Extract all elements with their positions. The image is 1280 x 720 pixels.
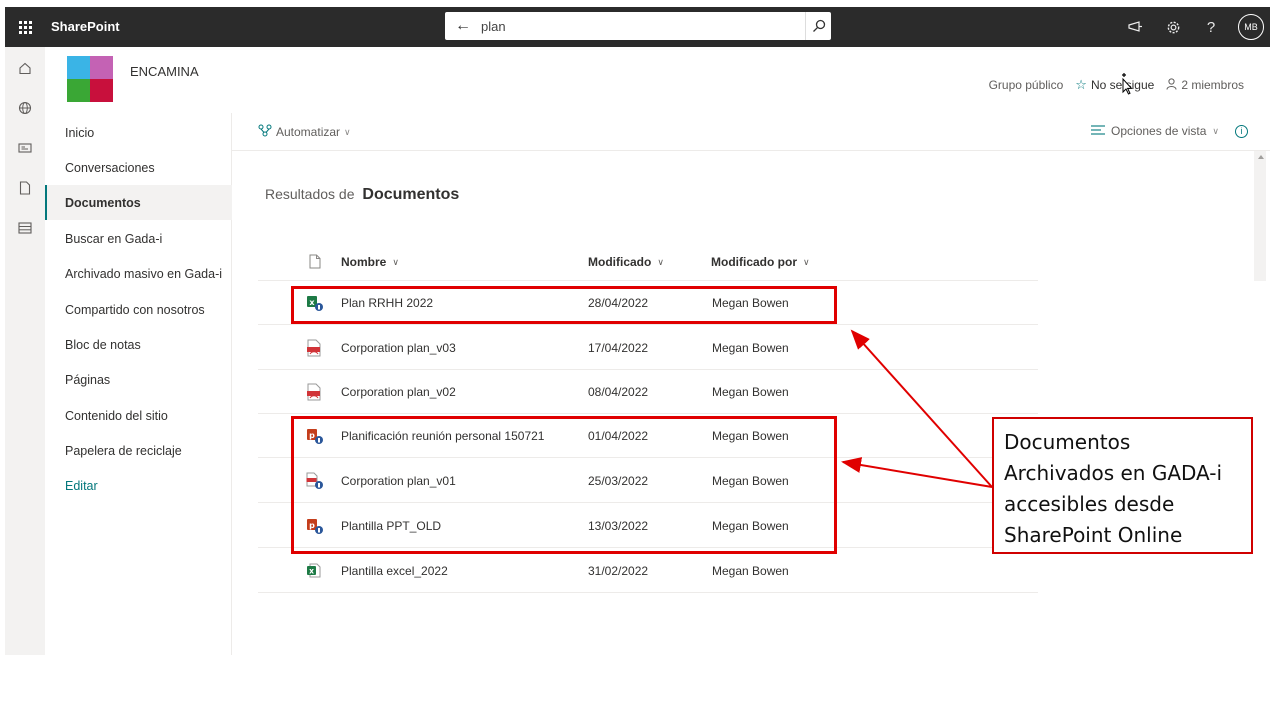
- pdf-icon: [306, 370, 328, 414]
- column-name-label: Nombre: [341, 255, 387, 269]
- app-launcher-icon[interactable]: [5, 7, 45, 47]
- scroll-up-arrow-icon[interactable]: [1258, 155, 1264, 159]
- flow-icon: [258, 124, 272, 140]
- file-name[interactable]: Corporation plan_v02: [341, 370, 456, 414]
- table-row[interactable]: x Plantilla excel_2022 31/02/2022 Megan …: [258, 549, 1038, 593]
- search-box[interactable]: ← plan: [445, 12, 831, 40]
- column-header-modified-by[interactable]: Modificado por ∨: [711, 250, 810, 274]
- lines-icon: [1091, 124, 1106, 138]
- site-name[interactable]: ENCAMINA: [130, 64, 199, 79]
- file-modified-by: Megan Bowen: [712, 385, 789, 399]
- table-row[interactable]: Corporation plan_v02 08/04/2022 Megan Bo…: [258, 370, 1038, 414]
- person-icon: [1166, 77, 1177, 93]
- search-icon[interactable]: [805, 12, 831, 40]
- home-icon[interactable]: [5, 53, 45, 83]
- globe-icon[interactable]: [5, 93, 45, 123]
- suite-bar: SharePoint ← plan ? MB: [5, 7, 1270, 47]
- nav-item-bloc-de-notas[interactable]: Bloc de notas: [45, 327, 232, 362]
- group-type: Grupo público: [988, 78, 1064, 92]
- file-modified: 17/04/2022: [588, 341, 649, 355]
- follow-button[interactable]: ☆ No se sigue: [1075, 77, 1154, 93]
- excel-icon: x: [306, 549, 328, 593]
- brand-name[interactable]: SharePoint: [51, 19, 120, 34]
- nav-item-paginas[interactable]: Páginas: [45, 362, 232, 397]
- star-icon: ☆: [1075, 77, 1087, 92]
- command-bar: Automatizar ∨ Opciones de vista ∨ i: [232, 113, 1270, 151]
- search-input[interactable]: plan: [481, 19, 506, 34]
- automate-button[interactable]: Automatizar ∨: [258, 124, 351, 140]
- nav-item-conversaciones[interactable]: Conversaciones: [45, 150, 232, 185]
- nav-edit-link[interactable]: Editar: [45, 468, 232, 503]
- site-header: ENCAMINA Grupo público ☆ No se sigue 2 m…: [45, 47, 1270, 113]
- gear-icon[interactable]: [1162, 13, 1184, 41]
- file-modified: 08/04/2022: [588, 385, 649, 399]
- results-title: Resultados de Documentos: [265, 186, 459, 204]
- nav-item-buscar-gada-i[interactable]: Buscar en Gada-i: [45, 221, 232, 256]
- document-icon[interactable]: [5, 173, 45, 203]
- nav-item-papelera[interactable]: Papelera de reciclaje: [45, 433, 232, 468]
- megaphone-icon[interactable]: [1124, 13, 1146, 41]
- news-icon[interactable]: [5, 133, 45, 163]
- logo-tile: [90, 56, 113, 79]
- chevron-down-icon: ∨: [392, 256, 399, 267]
- callout-line: Documentos: [1004, 430, 1131, 454]
- file-modified: 31/02/2022: [588, 564, 649, 578]
- nav-item-contenido-del-sitio[interactable]: Contenido del sitio: [45, 398, 232, 433]
- scrollbar[interactable]: [1254, 151, 1266, 281]
- highlight-box-bottom: [291, 416, 837, 554]
- logo-tile: [67, 79, 90, 102]
- nav-item-compartido[interactable]: Compartido con nosotros: [45, 292, 232, 327]
- nav-item-archivado-masivo[interactable]: Archivado masivo en Gada-i: [45, 256, 232, 291]
- column-header-modified[interactable]: Modificado ∨: [588, 250, 664, 274]
- svg-text:x: x: [309, 567, 314, 576]
- avatar[interactable]: MB: [1238, 14, 1264, 40]
- table-row[interactable]: Corporation plan_v03 17/04/2022 Megan Bo…: [258, 326, 1038, 370]
- column-header-name[interactable]: Nombre ∨: [341, 250, 399, 274]
- help-icon[interactable]: ?: [1200, 13, 1222, 41]
- chevron-down-icon: ∨: [344, 126, 351, 137]
- chevron-down-icon: ∨: [1212, 125, 1219, 136]
- info-icon[interactable]: i: [1235, 124, 1248, 138]
- annotation-callout: Documentos Archivados en GADA-i accesibl…: [992, 417, 1253, 554]
- members-label: 2 miembros: [1181, 78, 1244, 92]
- callout-line: Archivados en GADA-i: [1004, 461, 1223, 485]
- callout-line: SharePoint Online: [1004, 523, 1183, 547]
- file-name[interactable]: Corporation plan_v03: [341, 326, 456, 370]
- site-logo[interactable]: [67, 56, 113, 102]
- back-arrow-icon[interactable]: ←: [455, 16, 471, 36]
- highlight-box-top: [291, 286, 837, 324]
- automate-label: Automatizar: [276, 125, 341, 139]
- nav-item-documentos[interactable]: Documentos: [45, 185, 232, 220]
- view-options-button[interactable]: Opciones de vista ∨: [1091, 124, 1219, 138]
- view-options-label: Opciones de vista: [1111, 124, 1207, 138]
- results-library: Documentos: [362, 186, 460, 203]
- nav-item-inicio[interactable]: Inicio: [45, 115, 232, 150]
- column-modified-label: Modificado: [588, 255, 652, 269]
- left-navigation: Inicio Conversaciones Documentos Buscar …: [45, 113, 232, 655]
- file-type-header-icon[interactable]: [309, 254, 321, 274]
- file-modified-by: Megan Bowen: [712, 564, 789, 578]
- column-modified-by-label: Modificado por: [711, 255, 797, 269]
- logo-tile: [67, 56, 90, 79]
- file-name[interactable]: Plantilla excel_2022: [341, 549, 448, 593]
- members-button[interactable]: 2 miembros: [1166, 77, 1244, 93]
- logo-tile: [90, 79, 113, 102]
- pdf-icon: [306, 326, 328, 370]
- chevron-down-icon: ∨: [803, 256, 810, 267]
- mouse-cursor-icon: [1116, 72, 1134, 101]
- callout-line: accesibles desde: [1004, 492, 1175, 516]
- list-icon[interactable]: [5, 213, 45, 243]
- app-rail: [5, 47, 45, 655]
- results-prefix: Resultados de: [265, 186, 355, 202]
- chevron-down-icon: ∨: [657, 256, 664, 267]
- file-modified-by: Megan Bowen: [712, 341, 789, 355]
